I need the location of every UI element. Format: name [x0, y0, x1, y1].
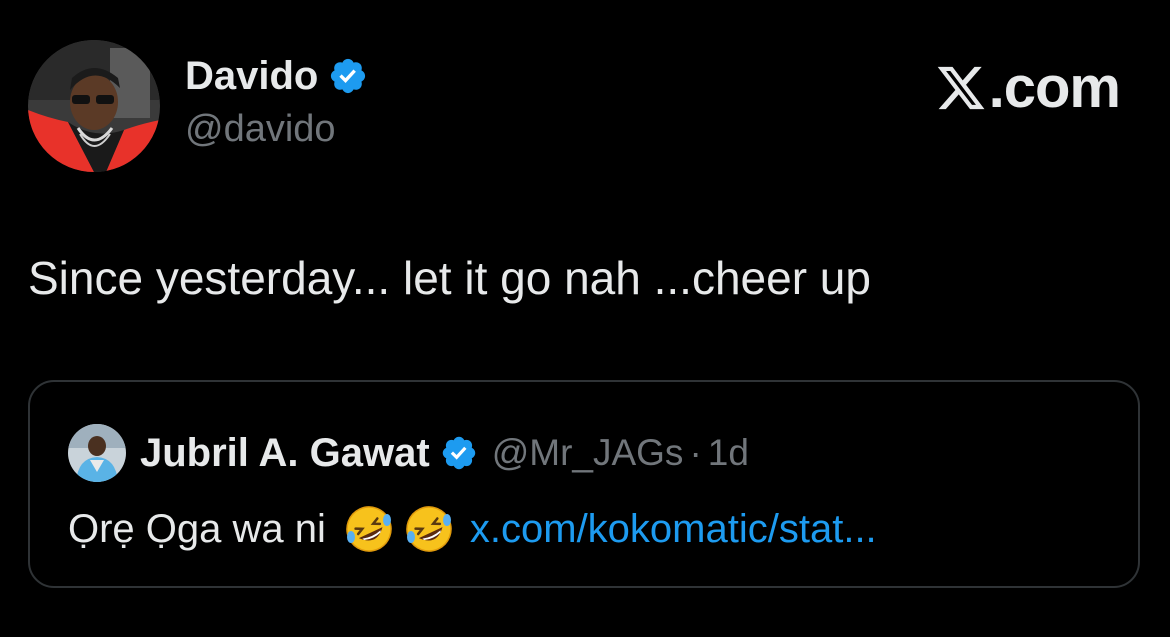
tweet-text: Since yesterday... let it go nah ...chee… — [28, 252, 871, 304]
quoted-tweet-timestamp[interactable]: 1d — [708, 429, 749, 477]
quoted-tweet-text: Ọrẹ Ọga wa ni — [68, 507, 326, 551]
quoted-author-name[interactable]: Jubril A. Gawat — [140, 429, 430, 477]
verified-badge-icon — [331, 58, 366, 94]
author-handle[interactable]: @davido — [185, 104, 368, 154]
rolling-on-floor-laughing-emoji-icon — [406, 506, 452, 552]
dot-separator: · — [689, 432, 702, 473]
author-name-row: Davido — [185, 52, 368, 100]
quoted-author-handle[interactable]: @Mr_JAGs — [492, 429, 684, 477]
quoted-tweet-card[interactable]: Jubril A. Gawat @Mr_JAGs · 1d Ọrẹ Ọga wa… — [28, 380, 1140, 588]
brand-watermark: .com — [935, 55, 1121, 120]
author-display-name[interactable]: Davido — [185, 52, 318, 100]
quoted-verified-badge-icon — [442, 436, 475, 470]
quoted-author-avatar[interactable] — [68, 424, 126, 482]
brand-domain-text: .com — [988, 55, 1121, 120]
quoted-tweet-body: Ọrẹ Ọga wa ni x.com/kokomatic/stat... — [68, 504, 877, 554]
author-avatar[interactable] — [28, 40, 160, 172]
tweet-header: Davido @davido — [28, 40, 368, 172]
quoted-tweet-header: Jubril A. Gawat @Mr_JAGs · 1d — [68, 424, 749, 482]
x-logo-icon — [937, 66, 985, 110]
quoted-tweet-link[interactable]: x.com/kokomatic/stat... — [470, 505, 877, 553]
rolling-on-floor-laughing-emoji-icon — [346, 506, 392, 552]
author-info: Davido @davido — [185, 52, 368, 154]
